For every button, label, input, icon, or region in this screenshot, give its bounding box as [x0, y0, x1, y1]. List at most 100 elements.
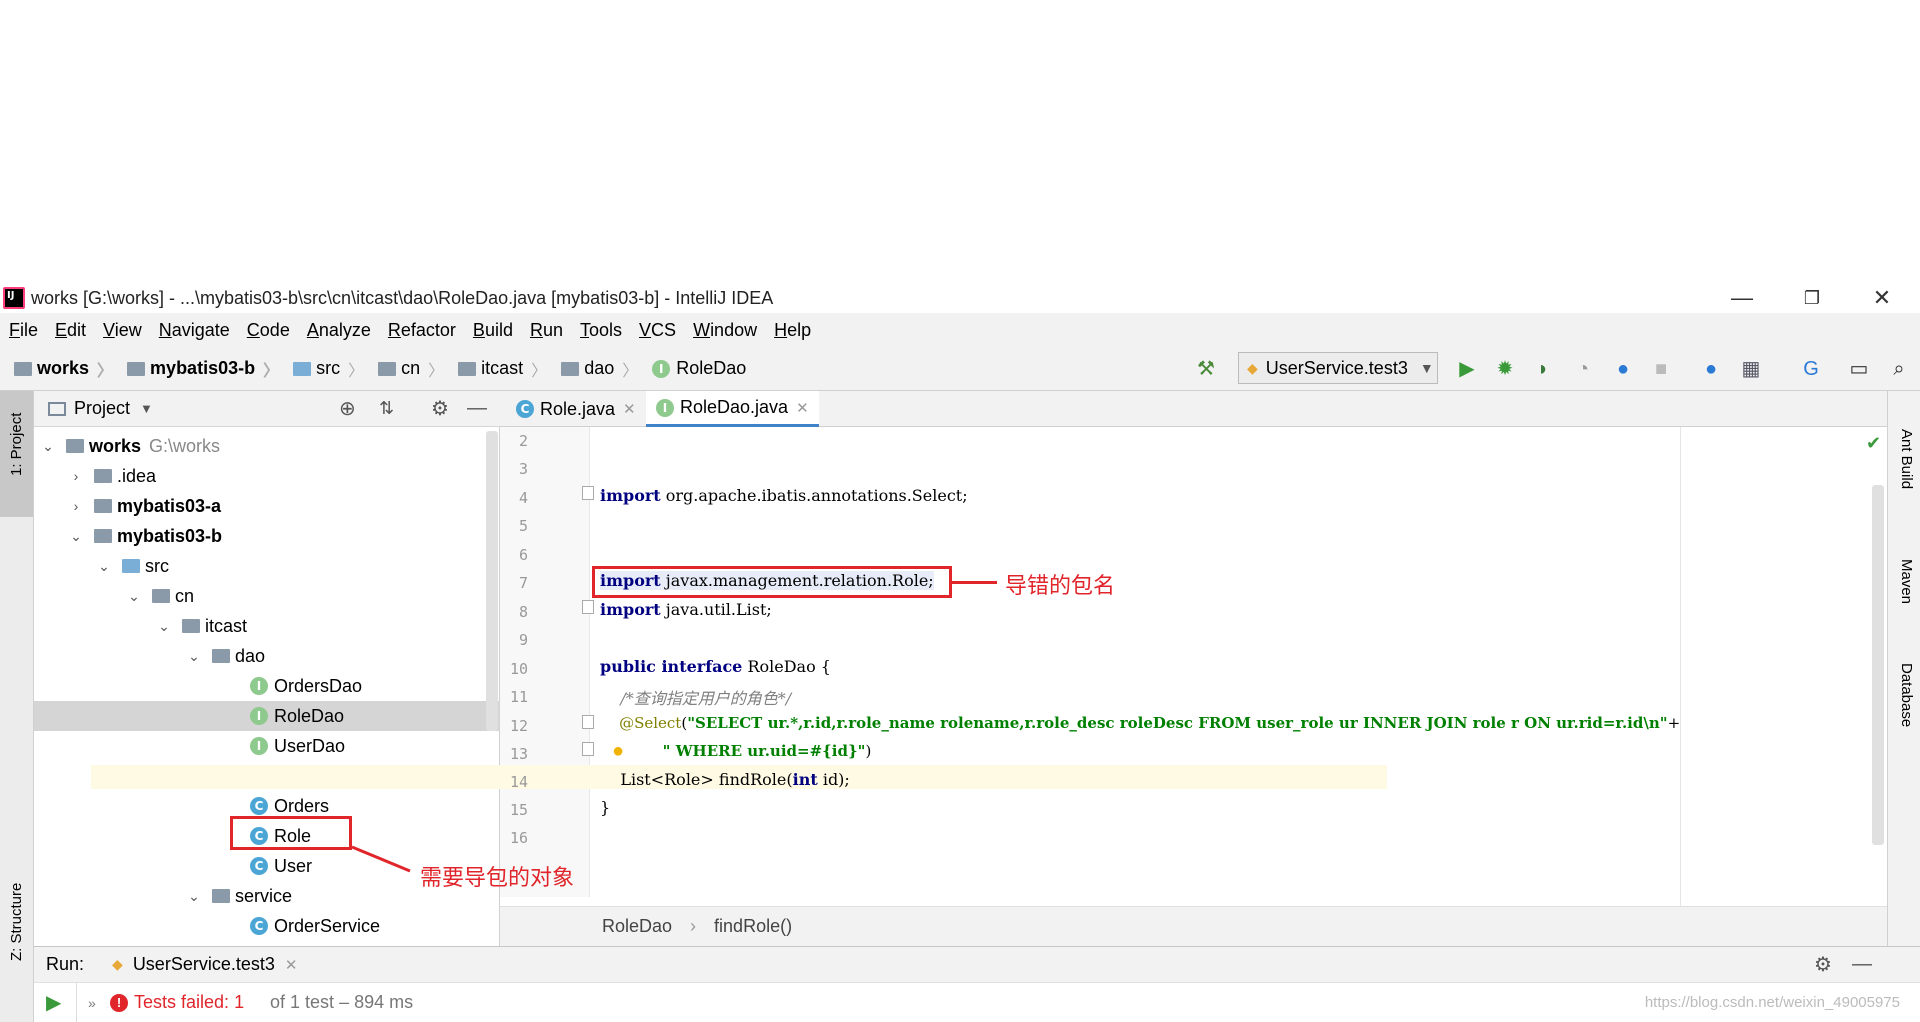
tree-item-dao[interactable]: ⌄ dao — [34, 641, 500, 671]
code-line-14[interactable]: List<Role> findRole(int id); — [600, 770, 849, 789]
restore-button[interactable]: ❐ — [1782, 283, 1842, 313]
menu-view[interactable]: View — [103, 320, 142, 341]
close-button[interactable]: ✕ — [1852, 283, 1912, 313]
code-line-11[interactable]: /*查询指定用户的角色*/ — [600, 685, 791, 709]
tree-item-cn[interactable]: ⌄ cn — [34, 581, 500, 611]
close-icon[interactable]: ✕ — [623, 400, 636, 418]
menu-navigate[interactable]: Navigate — [159, 320, 230, 341]
menu-edit[interactable]: Edit — [55, 320, 86, 341]
project-panel-title[interactable]: Project — [74, 398, 130, 419]
tab-roledao-java[interactable]: I RoleDao.java ✕ — [646, 391, 819, 427]
gear-icon[interactable]: ⚙ — [431, 396, 449, 421]
close-icon[interactable]: ✕ — [796, 399, 809, 417]
tree-item-userdao[interactable]: I UserDao — [34, 731, 500, 761]
breadcrumb-label: cn — [401, 358, 421, 378]
maven-tool-button[interactable]: Maven — [1898, 559, 1915, 604]
menu-refactor[interactable]: Refactor — [388, 320, 456, 341]
code-line-15[interactable]: } — [600, 798, 610, 817]
chevron-right-icon: 〉 — [622, 362, 639, 380]
code-line-4[interactable]: import org.apache.ibatis.annotations.Sel… — [600, 486, 968, 505]
fold-icon[interactable] — [582, 742, 594, 756]
breadcrumb-src[interactable]: src 〉 — [293, 357, 364, 381]
structure-tool-button[interactable]: Z: Structure — [8, 883, 25, 961]
package-icon — [458, 361, 477, 376]
editor-scrollbar[interactable] — [1872, 485, 1884, 845]
code-text: RoleDao { — [742, 657, 831, 676]
project-tool-button[interactable]: 1: Project — [8, 413, 25, 476]
profile-icon[interactable]: ◔ — [1570, 356, 1596, 382]
translate-icon[interactable]: G — [1798, 356, 1824, 382]
tree-item-idea[interactable]: › .idea — [34, 461, 500, 491]
terminal-icon[interactable]: ▭ — [1846, 356, 1872, 382]
collapse-all-icon[interactable]: ⇅ — [379, 398, 394, 419]
menu-window[interactable]: Window — [693, 320, 757, 341]
menu-tools[interactable]: Tools — [580, 320, 622, 341]
history-icon[interactable]: ● — [1610, 356, 1636, 382]
annotation-line — [952, 581, 997, 584]
project-structure-icon[interactable]: ▦ — [1738, 356, 1764, 382]
expand-icon[interactable]: » — [88, 995, 96, 1011]
breadcrumb-roledao[interactable]: I RoleDao — [652, 358, 746, 379]
chevron-down-icon: ⌄ — [158, 617, 170, 634]
fold-icon[interactable] — [582, 600, 594, 614]
debug-icon[interactable]: ✹ — [1492, 356, 1518, 382]
database-tool-button[interactable]: Database — [1898, 663, 1915, 727]
build-hammer-icon[interactable]: ⚒ — [1193, 356, 1219, 382]
tree-item-mybatis03-b[interactable]: ⌄ mybatis03-b — [34, 521, 500, 551]
code-line-12[interactable]: @Select("SELECT ur.*,r.id,r.role_name ro… — [600, 714, 1680, 732]
editor-tabs: C Role.java ✕ I RoleDao.java ✕ — [500, 391, 1887, 427]
menu-code[interactable]: Code — [247, 320, 290, 341]
line-number: 5 — [518, 517, 528, 535]
code-line-8[interactable]: import java.util.List; — [600, 600, 772, 619]
tree-item-works[interactable]: ⌄ works G:\works — [34, 431, 500, 461]
code-line-10[interactable]: public interface RoleDao { — [600, 657, 831, 676]
menu-help[interactable]: Help — [774, 320, 811, 341]
menu-build[interactable]: Build — [473, 320, 513, 341]
rerun-icon[interactable]: ▶ — [46, 990, 61, 1015]
tree-item-mybatis03-a[interactable]: › mybatis03-a — [34, 491, 500, 521]
ant-build-tool-button[interactable]: Ant Build — [1898, 429, 1915, 489]
breadcrumb-works[interactable]: works 〉 — [14, 357, 113, 381]
run-tab[interactable]: UserService.test3 — [133, 954, 275, 975]
update-icon[interactable]: ● — [1698, 356, 1724, 382]
fold-icon[interactable] — [582, 486, 594, 500]
package-icon — [212, 889, 230, 903]
editor-breadcrumb-method[interactable]: findRole() — [714, 916, 792, 937]
breadcrumb-module[interactable]: mybatis03-b 〉 — [127, 357, 279, 381]
code-line-13[interactable]: " WHERE ur.uid=#{id}") — [600, 742, 872, 760]
menu-analyze[interactable]: Analyze — [307, 320, 371, 341]
tab-label: Role.java — [540, 398, 616, 419]
string-literal: "SELECT ur.*,r.id,r.role_name rolename,r… — [687, 714, 1668, 732]
interface-icon: I — [250, 707, 268, 725]
tree-item-itcast[interactable]: ⌄ itcast — [34, 611, 500, 641]
hide-icon[interactable]: — — [467, 397, 487, 420]
tab-role-java[interactable]: C Role.java ✕ — [506, 391, 646, 427]
tree-item-src[interactable]: ⌄ src — [34, 551, 500, 581]
fold-icon[interactable] — [582, 715, 594, 729]
coverage-icon[interactable]: ◗ — [1530, 356, 1556, 382]
hide-icon[interactable]: — — [1852, 953, 1872, 976]
failed-count: 1 — [234, 992, 245, 1012]
editor-breadcrumb-class[interactable]: RoleDao — [602, 916, 672, 937]
close-icon[interactable]: ✕ — [285, 956, 298, 974]
breadcrumb-dao[interactable]: dao 〉 — [561, 357, 638, 381]
tree-item-roledao[interactable]: I RoleDao — [34, 701, 500, 731]
search-icon[interactable]: ⌕ — [1886, 356, 1912, 382]
chevron-down-icon[interactable]: ▼ — [140, 401, 153, 416]
breadcrumb-itcast[interactable]: itcast 〉 — [458, 357, 547, 381]
run-icon[interactable]: ▶ — [1454, 356, 1480, 382]
chevron-down-icon: ⌄ — [70, 527, 82, 544]
locate-icon[interactable]: ⊕ — [339, 396, 356, 421]
gear-icon[interactable]: ⚙ — [1814, 952, 1832, 977]
stop-icon[interactable]: ■ — [1648, 356, 1674, 382]
run-config-select[interactable]: ◆ UserService.test3 ▼ — [1238, 352, 1438, 384]
minimize-button[interactable]: — — [1712, 283, 1772, 313]
class-icon: C — [250, 917, 268, 935]
lightbulb-icon[interactable]: ● — [612, 740, 624, 763]
menu-file[interactable]: File — [9, 320, 38, 341]
tree-item-orderservice[interactable]: C OrderService — [34, 911, 500, 941]
menu-run[interactable]: Run — [530, 320, 563, 341]
breadcrumb-cn[interactable]: cn 〉 — [378, 357, 444, 381]
menu-vcs[interactable]: VCS — [639, 320, 676, 341]
tree-item-ordersdao[interactable]: I OrdersDao — [34, 671, 500, 701]
